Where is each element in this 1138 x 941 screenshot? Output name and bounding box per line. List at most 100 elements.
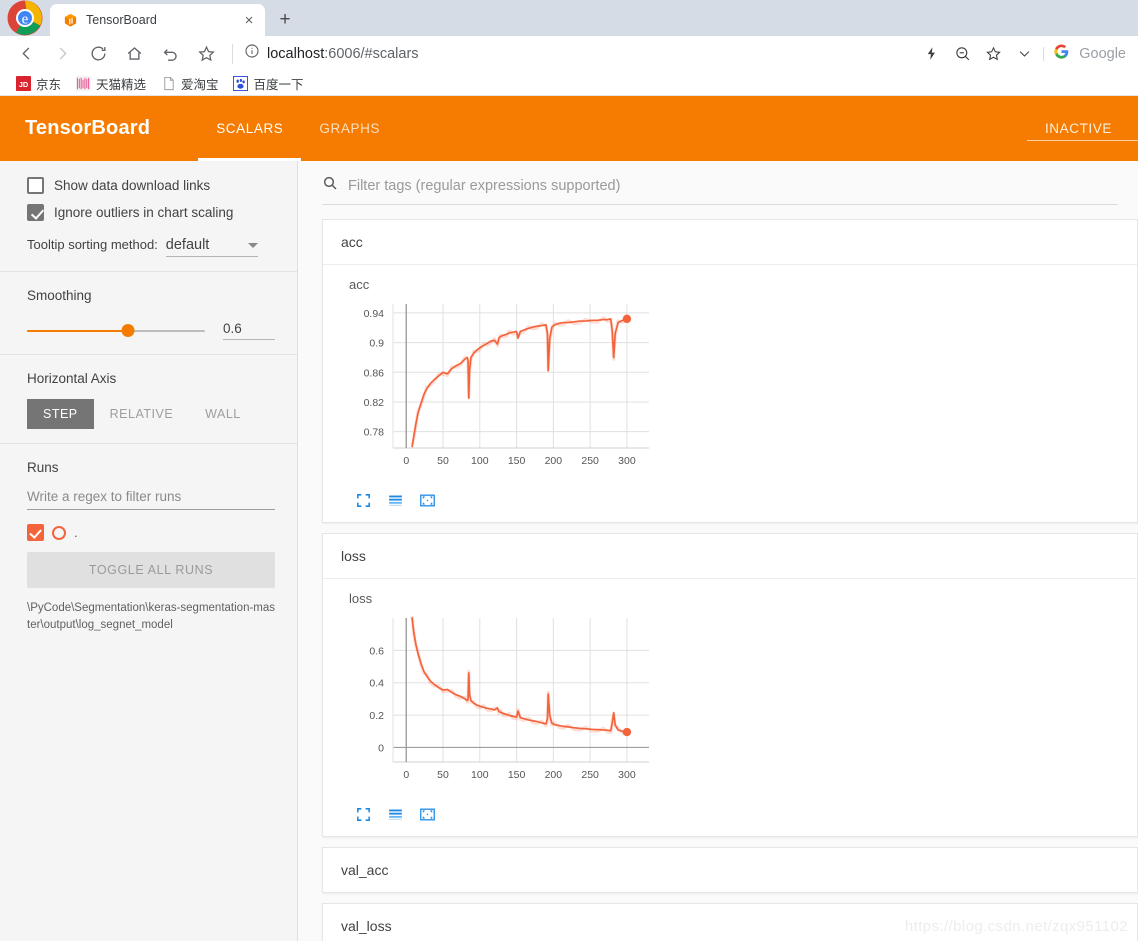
new-tab-button[interactable]: + [271, 5, 299, 33]
info-icon [244, 43, 260, 64]
svg-text:200: 200 [545, 455, 563, 467]
checkbox-icon[interactable] [27, 177, 44, 194]
chevron-down-icon[interactable] [247, 242, 258, 248]
jd-icon: JD [15, 75, 31, 91]
tab-graphs[interactable]: GRAPHS [301, 96, 398, 161]
smoothing-label: Smoothing [27, 288, 92, 303]
card-title[interactable]: val_loss [323, 904, 1137, 941]
close-icon[interactable]: × [241, 12, 257, 28]
svg-text:0: 0 [403, 455, 409, 467]
tooltip-sorting-row: Tooltip sorting method: default [27, 237, 275, 257]
undo-icon[interactable] [152, 39, 188, 69]
checkbox-label: Ignore outliers in chart scaling [54, 205, 234, 220]
slider-thumb[interactable] [121, 324, 135, 337]
url-text: localhost:6006/#scalars [267, 45, 419, 62]
svg-text:150: 150 [508, 769, 526, 781]
card-title[interactable]: loss [323, 534, 1137, 579]
svg-text:0.78: 0.78 [364, 427, 385, 439]
svg-text:0.6: 0.6 [369, 645, 384, 657]
card-body: acc 0.78 0.82 0.86 0.9 0.94 0 50 100 150 200 250 30… [323, 265, 1137, 522]
chart-title: acc [349, 277, 370, 292]
slider-fill [27, 329, 129, 332]
chrome-logo-icon: e [0, 0, 50, 36]
search-engine-indicator[interactable]: Google [1041, 43, 1126, 65]
runs-label: Runs [27, 460, 59, 475]
svg-text:JD: JD [18, 79, 28, 88]
baidu-paw-icon [233, 75, 249, 91]
checkbox-show-download-links[interactable]: Show data download links [27, 177, 275, 194]
checkbox-icon[interactable] [27, 204, 44, 221]
card-title[interactable]: acc [323, 220, 1137, 265]
chart-title: loss [349, 591, 373, 606]
bookmark-bar: JD 京东 天猫精选 爱淘宝 百度一下 [0, 71, 1138, 96]
svg-text:0: 0 [378, 742, 384, 754]
svg-text:300: 300 [618, 455, 636, 467]
tensorboard-header: TensorBoard SCALARS GRAPHS INACTIVE [0, 96, 1138, 161]
fit-domain-icon[interactable] [417, 804, 437, 824]
home-icon[interactable] [116, 39, 152, 69]
inactive-menu[interactable]: INACTIVE [1026, 96, 1138, 161]
chart-loss[interactable]: 0 0.2 0.4 0.6 0 50 100 150 200 250 300 [323, 610, 1137, 800]
tensorboard-brand[interactable]: TensorBoard [25, 117, 150, 140]
zoom-out-icon[interactable] [948, 40, 976, 68]
bookmark-label: 天猫精选 [96, 77, 147, 92]
lightning-icon[interactable] [917, 40, 945, 68]
svg-text:0.4: 0.4 [369, 678, 384, 690]
forward-icon [44, 39, 80, 69]
smoothing-value[interactable]: 0.6 [223, 321, 275, 340]
run-checkbox[interactable] [27, 524, 44, 541]
chart-acc[interactable]: 0.78 0.82 0.86 0.9 0.94 0 50 100 150 200 250 300 [323, 296, 1137, 486]
axis-option-wall[interactable]: WALL [189, 399, 257, 429]
axis-option-relative[interactable]: RELATIVE [94, 399, 190, 429]
tensorboard-tabs: SCALARS GRAPHS [198, 96, 398, 161]
horizontal-axis-options: STEP RELATIVE WALL [27, 399, 275, 429]
svg-text:250: 250 [581, 769, 599, 781]
star-icon[interactable] [979, 40, 1007, 68]
checkbox-ignore-outliers[interactable]: Ignore outliers in chart scaling [27, 204, 275, 221]
page-icon [160, 75, 176, 91]
tooltip-sorting-select[interactable]: default [165, 237, 258, 257]
svg-text:150: 150 [508, 455, 526, 467]
svg-text:e: e [22, 12, 29, 28]
bookmark-jd[interactable]: JD 京东 [8, 72, 68, 95]
chart-toolbar [323, 800, 1137, 828]
browser-tab[interactable]: TensorBoard × [50, 4, 265, 36]
chevron-down-icon[interactable] [1010, 40, 1038, 68]
toggle-all-runs-button[interactable]: TOGGLE ALL RUNS [27, 552, 275, 588]
data-series-icon[interactable] [385, 490, 405, 510]
back-icon[interactable] [8, 39, 44, 69]
bookmark-tmall[interactable]: 天猫精选 [68, 72, 153, 95]
chart-loss-svg: 0 0.2 0.4 0.6 0 50 100 150 200 250 300 [369, 616, 649, 781]
data-series-icon[interactable] [385, 804, 405, 824]
bookmark-baidu[interactable]: 百度一下 [226, 72, 311, 95]
expand-icon[interactable] [353, 490, 373, 510]
runs-filter-input[interactable]: Write a regex to filter runs [27, 489, 275, 510]
browser-tab-strip: e TensorBoard × + [0, 0, 1138, 36]
star-icon[interactable] [188, 39, 224, 69]
smoothing-slider[interactable] [27, 324, 205, 338]
fit-domain-icon[interactable] [417, 490, 437, 510]
tag-card-val-loss[interactable]: val_loss [322, 903, 1138, 941]
tab-scalars[interactable]: SCALARS [198, 96, 302, 161]
sidebar: Show data download links Ignore outliers… [0, 161, 298, 941]
chart-toolbar [323, 486, 1137, 514]
bookmark-label: 爱淘宝 [181, 77, 219, 92]
tag-card-val-acc[interactable]: val_acc [322, 847, 1138, 893]
svg-text:100: 100 [471, 769, 489, 781]
svg-text:0.86: 0.86 [364, 367, 385, 379]
expand-icon[interactable] [353, 804, 373, 824]
tensorboard-cube-icon [62, 12, 78, 28]
tooltip-sorting-value: default [165, 237, 210, 253]
svg-text:250: 250 [581, 455, 599, 467]
svg-text:0.94: 0.94 [364, 308, 385, 320]
address-bar[interactable]: localhost:6006/#scalars [230, 39, 917, 69]
card-title[interactable]: val_acc [323, 848, 1137, 892]
bookmark-aitaobao[interactable]: 爱淘宝 [153, 72, 226, 95]
filter-tags-input[interactable]: Filter tags (regular expressions support… [322, 175, 1118, 205]
checkbox-label: Show data download links [54, 178, 211, 193]
search-icon [322, 175, 338, 196]
axis-option-step[interactable]: STEP [27, 399, 94, 429]
reload-icon[interactable] [80, 39, 116, 69]
chart-acc-svg: 0.78 0.82 0.86 0.9 0.94 0 50 100 150 200 250 300 [364, 304, 649, 467]
run-item[interactable]: . [27, 524, 275, 541]
